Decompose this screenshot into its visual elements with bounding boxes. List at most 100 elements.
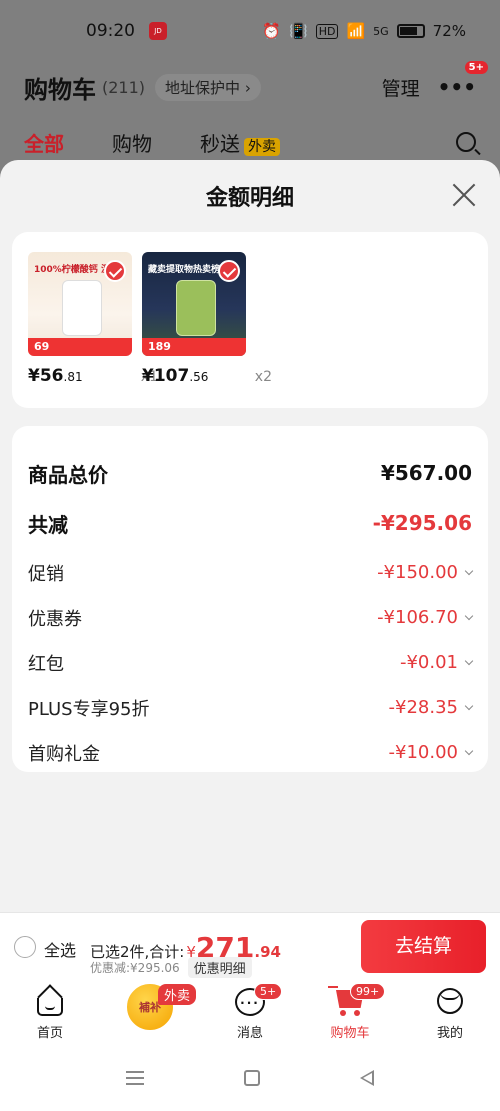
discount-row-promotion[interactable]: 促销 -¥150.00 [28, 550, 474, 595]
discount-summary-text: 优惠减:¥295.06 [90, 961, 180, 975]
tab-me[interactable]: 我的 [400, 980, 500, 1044]
more-badge: 5+ [464, 61, 488, 74]
system-nav-bar [0, 1044, 500, 1111]
cart-wheel [340, 1010, 346, 1016]
select-all-label[interactable]: 全选 [44, 937, 76, 961]
total-amount-decimal: .94 [254, 943, 281, 961]
discount-value: -¥0.01 [399, 652, 474, 673]
total-reduce-value: -¥295.06 [372, 511, 472, 535]
alarm-icon: ⏰ [262, 22, 281, 40]
discount-label: 促销 [28, 563, 64, 585]
chevron-down-icon [464, 746, 474, 755]
product-price-decimal: .56 [189, 370, 209, 384]
address-protect-label: 地址保护中 [165, 78, 241, 97]
vibrate-icon: 📳 [289, 22, 308, 40]
tab-me-label: 我的 [436, 1026, 463, 1041]
select-all-checkbox[interactable] [14, 936, 36, 958]
product-jar-image [176, 280, 216, 336]
message-badge: 5+ [254, 983, 283, 1000]
discount-row-coupon[interactable]: 优惠券 -¥106.70 [28, 595, 474, 640]
discount-label: 红包 [28, 653, 64, 675]
waimai-badge: 外卖 [244, 138, 280, 156]
wifi-icon: 📶 [346, 22, 366, 40]
discount-amount: -¥28.35 [388, 697, 458, 718]
product-card: 100%柠檬酸钙 温和 69 ¥56 .81 x1 藏卖提取物热卖榜 189 ¥… [12, 232, 488, 408]
discount-value: -¥10.00 [389, 742, 474, 763]
chevron-down-icon [464, 656, 474, 665]
breakdown-card: 商品总价 ¥567.00 共减 -¥295.06 促销 -¥150.00 优惠券… [12, 426, 488, 772]
search-icon[interactable] [456, 132, 476, 152]
checkout-button[interactable]: 去结算 [361, 920, 486, 973]
product-price: ¥56 [28, 366, 64, 386]
amount-detail-sheet: 金额明细 100%柠檬酸钙 温和 69 ¥56 .81 x1 藏卖提取物热卖榜 … [0, 160, 500, 912]
cart-badge: 99+ [350, 983, 386, 1000]
product-qty: x2 [254, 369, 272, 385]
discount-row-redpacket[interactable]: 红包 -¥0.01 [28, 640, 474, 685]
discount-row-plus[interactable]: PLUS专享95折 -¥28.35 [28, 685, 474, 730]
discount-value: -¥106.70 [377, 607, 474, 628]
battery-icon [396, 24, 425, 38]
tab-messages-label: 消息 [236, 1026, 263, 1041]
discount-amount: -¥150.00 [377, 562, 458, 583]
jd-app-icon: JD [149, 22, 167, 40]
home-square-icon[interactable] [244, 1069, 260, 1086]
discount-detail-button[interactable]: 优惠明细 [187, 957, 252, 978]
discount-row-first-purchase[interactable]: 首购礼金 -¥10.00 [28, 730, 474, 775]
menu-icon[interactable] [126, 1070, 144, 1085]
hd-badge: HD [315, 23, 339, 39]
total-price-label: 商品总价 [28, 462, 108, 487]
tab-shopping[interactable]: 购物 [112, 128, 152, 157]
checkout-bar: 全选 已选2件,合计: ¥ 271 .94 优惠减:¥295.06 优惠明细 去… [0, 912, 500, 980]
product-price-band: 69 [28, 338, 132, 356]
product-price-row: ¥107 .56 x2 [142, 366, 272, 386]
cart-wheel [354, 1010, 360, 1016]
discount-amount: -¥0.01 [399, 652, 458, 673]
manage-button[interactable]: 管理 [382, 74, 420, 101]
tab-messages[interactable]: ··· 5+ 消息 [200, 980, 300, 1044]
page-title: 购物车 [24, 75, 96, 104]
tab-express[interactable]: 秒送 外卖 [200, 128, 280, 157]
total-price-value: ¥567.00 [380, 461, 472, 485]
product-item[interactable]: 藏卖提取物热卖榜 189 ¥107 .56 x2 [142, 252, 272, 386]
cart-icon-handle [328, 986, 338, 988]
message-dots: ··· [240, 996, 260, 1010]
tab-subsidy[interactable]: 補补 外卖 [100, 980, 200, 1044]
discount-label: 优惠券 [28, 608, 82, 630]
waimai-tag: 外卖 [158, 984, 197, 1005]
product-item[interactable]: 100%柠檬酸钙 温和 69 ¥56 .81 x1 [28, 252, 158, 386]
chevron-right-icon: › [244, 78, 251, 97]
tab-all[interactable]: 全部 [24, 128, 64, 165]
cart-header: 购物车 (211) 地址保护中 › 管理 ••• 5+ [0, 61, 500, 112]
network-type: 5G [373, 24, 389, 38]
product-promo-text: 藏卖提取物热卖榜 [148, 265, 221, 275]
total-reduce-row: 共减 -¥295.06 [28, 498, 472, 548]
discount-value: -¥28.35 [388, 697, 474, 718]
checked-icon [104, 260, 126, 282]
address-protect-button[interactable]: 地址保护中 › [155, 73, 261, 101]
back-icon[interactable] [360, 1069, 374, 1086]
cart-count: (211) [102, 77, 146, 97]
total-reduce-label: 共减 [28, 512, 68, 537]
chevron-down-icon [464, 611, 474, 620]
checked-icon [218, 260, 240, 282]
chevron-down-icon [464, 701, 474, 710]
discount-label: PLUS专享95折 [28, 698, 150, 720]
total-price-row: 商品总价 ¥567.00 [28, 448, 472, 498]
status-bar: 09:20 JD ⏰ 📳 HD 📶 5G 72% [0, 0, 500, 62]
discount-amount: -¥106.70 [377, 607, 458, 628]
close-icon[interactable] [452, 182, 476, 206]
battery-percent: 72% [432, 22, 466, 40]
product-image: 藏卖提取物热卖榜 189 [142, 252, 246, 356]
product-price-decimal: .81 [63, 370, 83, 384]
bottom-tab-bar: 首页 補补 外卖 ··· 5+ 消息 99+ 购物车 我的 [0, 980, 500, 1044]
discount-value: -¥150.00 [377, 562, 474, 583]
cart-tabs: 全部 购物 秒送 外卖 [0, 120, 500, 165]
tab-home[interactable]: 首页 [0, 980, 100, 1044]
discount-label: 首购礼金 [28, 743, 100, 765]
sheet-title: 金额明细 [205, 186, 294, 211]
product-price-row: ¥56 .81 x1 [28, 366, 158, 386]
product-price: ¥107 [142, 366, 190, 386]
more-menu-button[interactable]: ••• 5+ [438, 61, 488, 99]
tab-cart[interactable]: 99+ 购物车 [300, 980, 400, 1044]
tab-express-label: 秒送 [200, 132, 240, 156]
